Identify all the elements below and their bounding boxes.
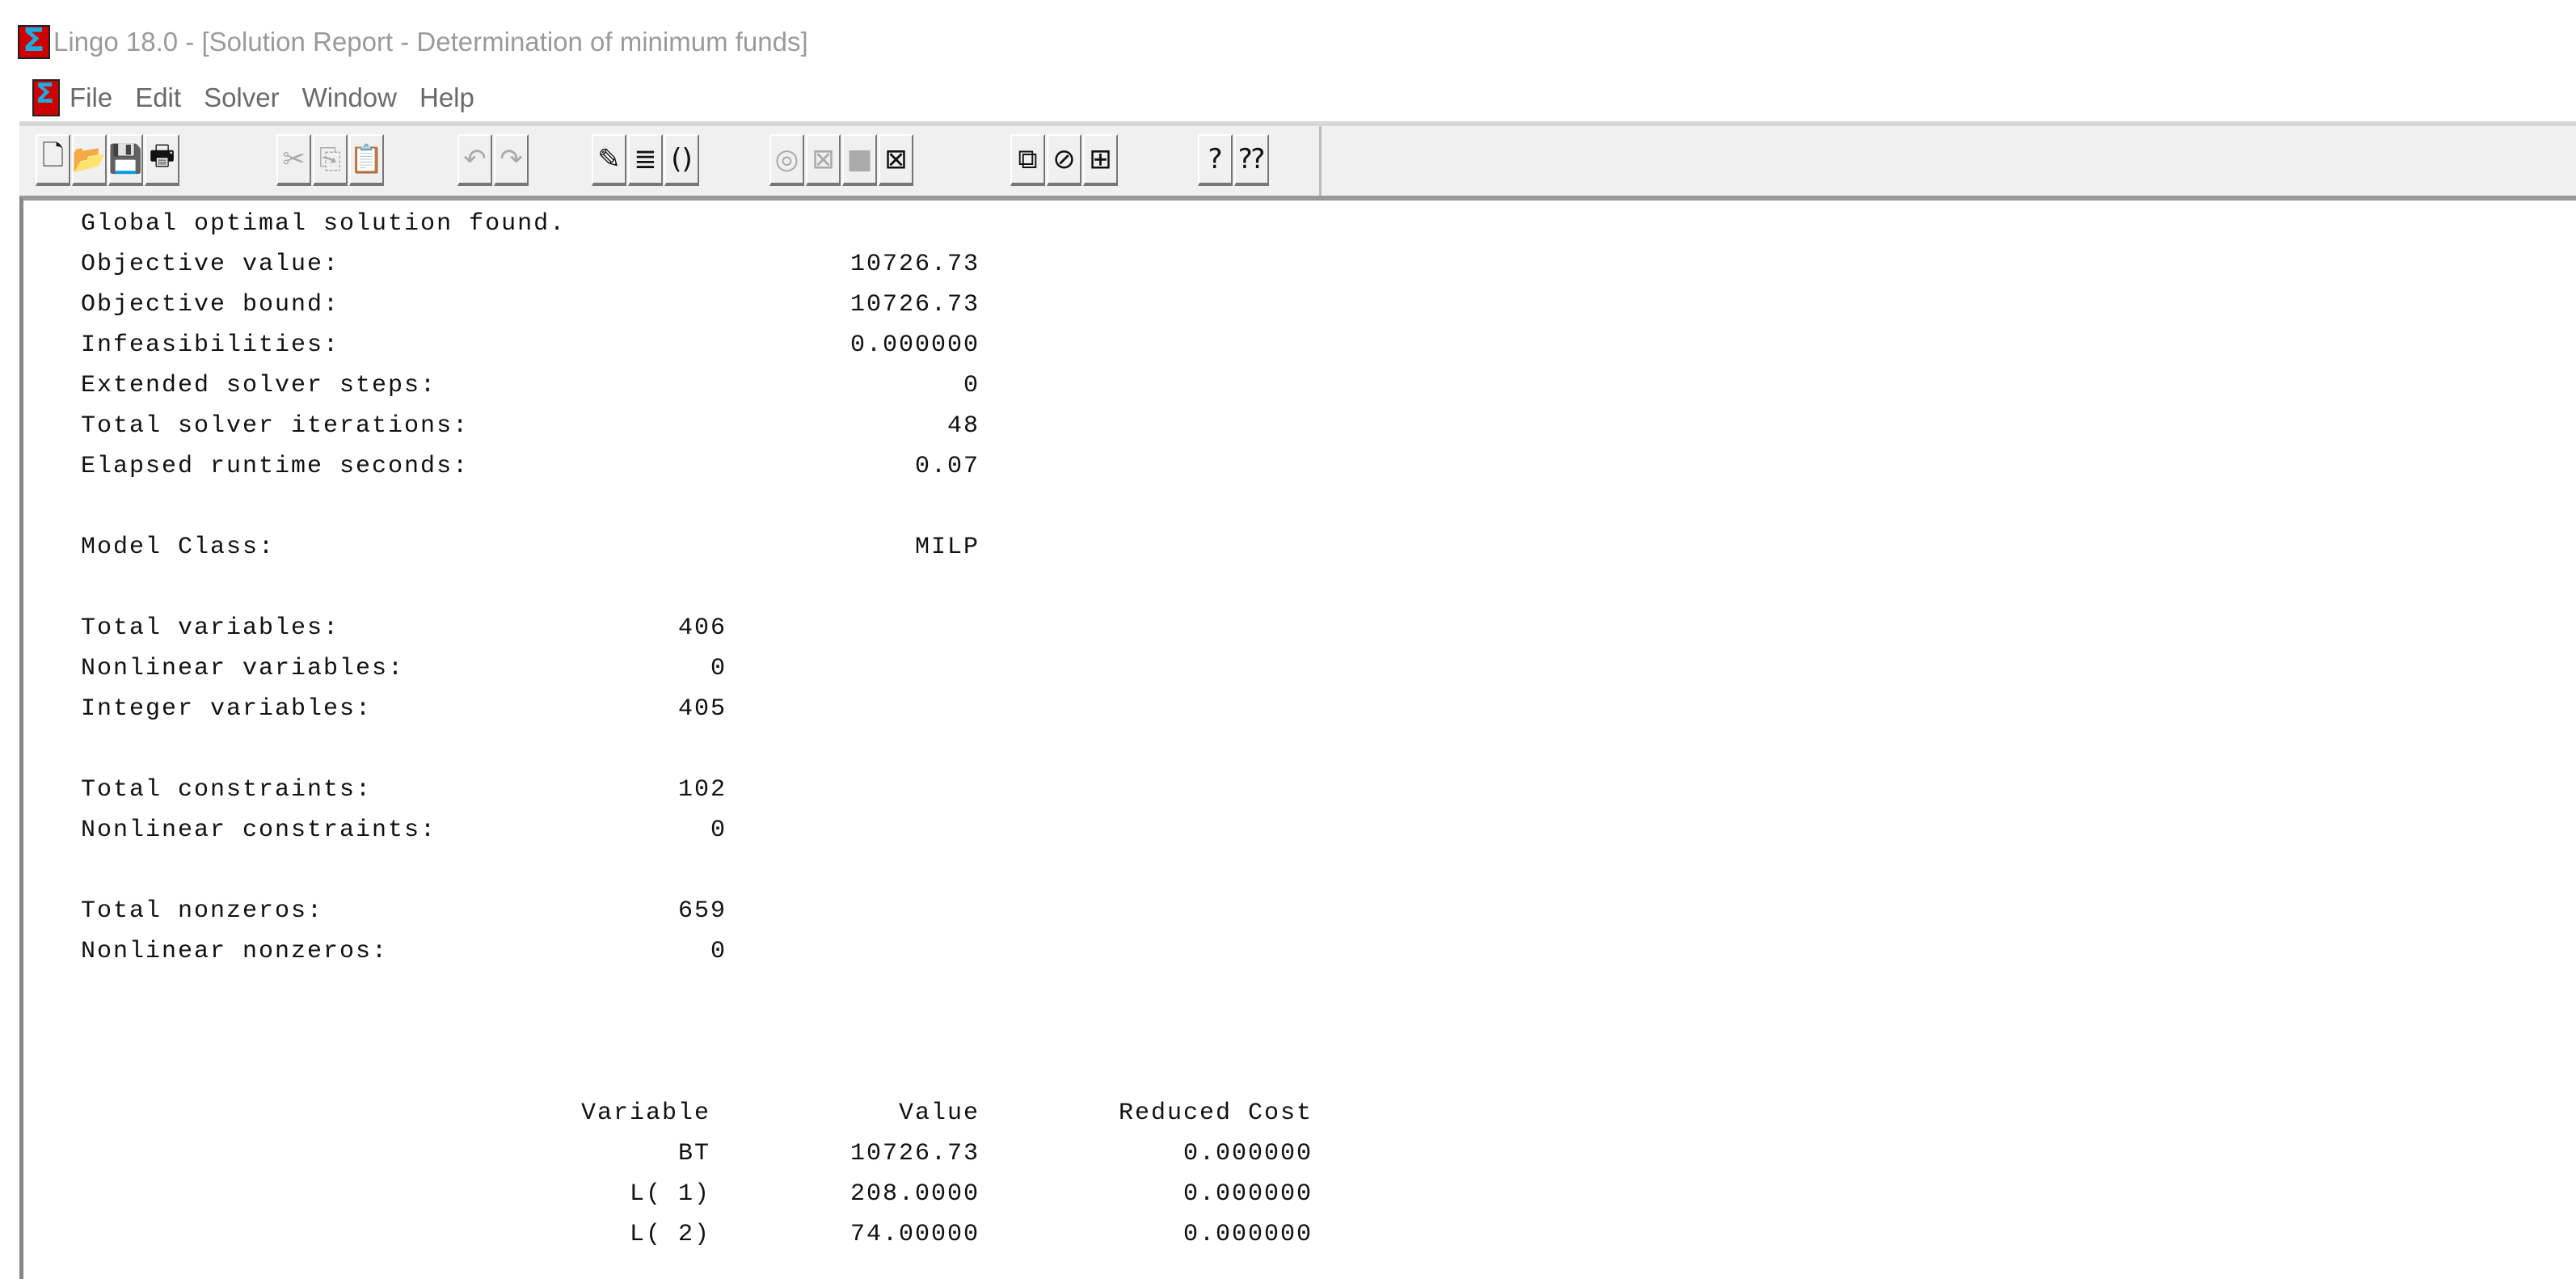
stat-value: 0 (710, 817, 727, 844)
menu-bar: File Edit Solver Window Help (0, 74, 2576, 121)
menu-edit[interactable]: Edit (135, 82, 181, 113)
toolbar: 🗋 📂 💾 🖶 ✂ ⎘ 📋 ↶ ↷ ✎ ≣() ◎ ⊠ ■ ⊠ ⧉ ⊘ ⊞? ⁇ (19, 121, 2576, 196)
solution-report[interactable]: Global optimal solution found. Objective … (19, 196, 2576, 1279)
cut-button[interactable]: ✂ (276, 134, 311, 186)
toolbar-group: ? ⁇ (1198, 134, 1271, 191)
lingo-app-icon (18, 22, 50, 59)
variable-value: 10726.73 (850, 1140, 980, 1167)
status-text: Global optimal solution found. (81, 210, 567, 238)
close-window-icon: ⊘ (1052, 143, 1076, 175)
toolbar-group: ✂ ⎘ 📋 (276, 134, 386, 191)
summary-label: Total solver iterations: (81, 412, 470, 440)
stat-label: Total variables: (81, 614, 340, 642)
context-help-icon: ⁇ (1238, 143, 1265, 175)
match-parenthesis-button[interactable]: () (664, 134, 699, 186)
variable-value: 208.0000 (850, 1180, 980, 1208)
send-to-back-button[interactable]: ⧉ (1010, 134, 1045, 186)
help-button[interactable]: ? (1198, 134, 1233, 186)
save-icon: 💾 (108, 143, 143, 175)
tile-button[interactable]: ⊞ (1083, 134, 1118, 186)
toolbar-group: 🗋 📂 💾 🖶 (36, 134, 181, 191)
summary-value: 0.000000 (850, 331, 980, 359)
close-window-button[interactable]: ⊘ (1047, 134, 1081, 186)
stat-label: Total nonzeros: (81, 897, 324, 925)
model-class-value: MILP (914, 534, 980, 561)
solve-icon: ◎ (774, 143, 799, 175)
summary-value: 0.07 (914, 453, 980, 480)
go-to-line-icon: ≣ (634, 143, 657, 175)
undo-icon: ↶ (463, 143, 487, 175)
summary-label: Objective bound: (81, 291, 340, 319)
toolbar-group: ✎ ≣ () (592, 134, 701, 191)
stat-value: 0 (710, 655, 727, 682)
reduced-cost: 0.000000 (1183, 1180, 1313, 1208)
copy-icon: ⎘ (318, 143, 342, 175)
solution-icon: ⊠ (812, 143, 835, 175)
stat-label: Nonlinear nonzeros: (81, 938, 389, 965)
redo-icon: ↷ (500, 143, 523, 175)
match-parenthesis-icon: () (671, 143, 693, 175)
menu-help[interactable]: Help (419, 82, 474, 113)
find-icon: ✎ (597, 143, 621, 175)
new-icon: 🗋 (41, 139, 65, 172)
title-bar: Lingo 18.0 - [Solution Report - Determin… (0, 18, 2576, 66)
print-button[interactable]: 🖶 (145, 134, 179, 186)
toolbar-divider (1319, 126, 1322, 196)
window-title: Lingo 18.0 - [Solution Report - Determin… (53, 27, 808, 57)
context-help-button[interactable]: ⁇ (1234, 134, 1269, 186)
undo-button[interactable]: ↶ (457, 134, 492, 186)
stat-label: Nonlinear constraints: (81, 817, 437, 844)
summary-label: Extended solver steps: (81, 372, 437, 399)
stat-label: Total constraints: (81, 776, 373, 804)
menu-file[interactable]: File (70, 82, 112, 113)
tile-icon: ⊞ (1089, 143, 1112, 175)
solve-button[interactable]: ◎ (769, 134, 804, 186)
menu-window[interactable]: Window (302, 82, 397, 113)
send-to-back-icon: ⧉ (1018, 143, 1038, 175)
save-button[interactable]: 💾 (108, 134, 143, 186)
toolbar-group: ⧉ ⊘ ⊞ (1010, 134, 1119, 191)
new-button[interactable]: 🗋 (36, 134, 70, 186)
toolbar-group: ◎ ⊠ ■ ⊠ (769, 134, 915, 191)
help-icon: ? (1208, 143, 1223, 175)
stop-button[interactable]: ■ (842, 134, 877, 186)
print-icon: 🖶 (149, 139, 175, 172)
summary-value: 0 (963, 372, 980, 399)
summary-value: 48 (947, 412, 980, 440)
stat-value: 406 (677, 614, 727, 642)
menu-solver[interactable]: Solver (204, 82, 280, 113)
stat-value: 659 (677, 897, 727, 925)
stat-label: Integer variables: (81, 695, 373, 723)
summary-value: 10726.73 (850, 251, 980, 278)
paste-button[interactable]: 📋 (349, 134, 384, 186)
stat-value: 0 (710, 938, 727, 965)
open-button[interactable]: 📂 (72, 134, 107, 186)
stat-value: 405 (677, 695, 727, 723)
stat-value: 102 (677, 776, 727, 804)
close-all-icon: ⊠ (884, 143, 908, 175)
redo-button[interactable]: ↷ (494, 134, 529, 186)
cut-icon: ✂ (282, 143, 306, 175)
summary-value: 10726.73 (850, 291, 980, 319)
paste-icon: 📋 (349, 143, 384, 175)
go-to-line-button[interactable]: ≣ (628, 134, 663, 186)
model-class-label: Model Class: (81, 534, 276, 561)
copy-button[interactable]: ⎘ (313, 134, 348, 186)
document-sigma-icon[interactable] (32, 78, 60, 116)
stop-icon: ■ (846, 143, 873, 175)
summary-label: Objective value: (81, 251, 340, 278)
toolbar-group: ↶ ↷ (457, 134, 530, 191)
reduced-cost: 0.000000 (1183, 1140, 1313, 1167)
column-header: Reduced Cost (1118, 1100, 1313, 1127)
reduced-cost: 0.000000 (1183, 1221, 1313, 1248)
column-header: Value (898, 1100, 980, 1127)
variable-value: 74.00000 (850, 1221, 980, 1248)
close-all-button[interactable]: ⊠ (879, 134, 913, 186)
summary-label: Elapsed runtime seconds: (81, 453, 470, 480)
find-button[interactable]: ✎ (592, 134, 626, 186)
open-icon: 📂 (72, 143, 107, 175)
summary-label: Infeasibilities: (81, 331, 340, 359)
stat-label: Nonlinear variables: (81, 655, 405, 682)
solution-button[interactable]: ⊠ (806, 134, 841, 186)
